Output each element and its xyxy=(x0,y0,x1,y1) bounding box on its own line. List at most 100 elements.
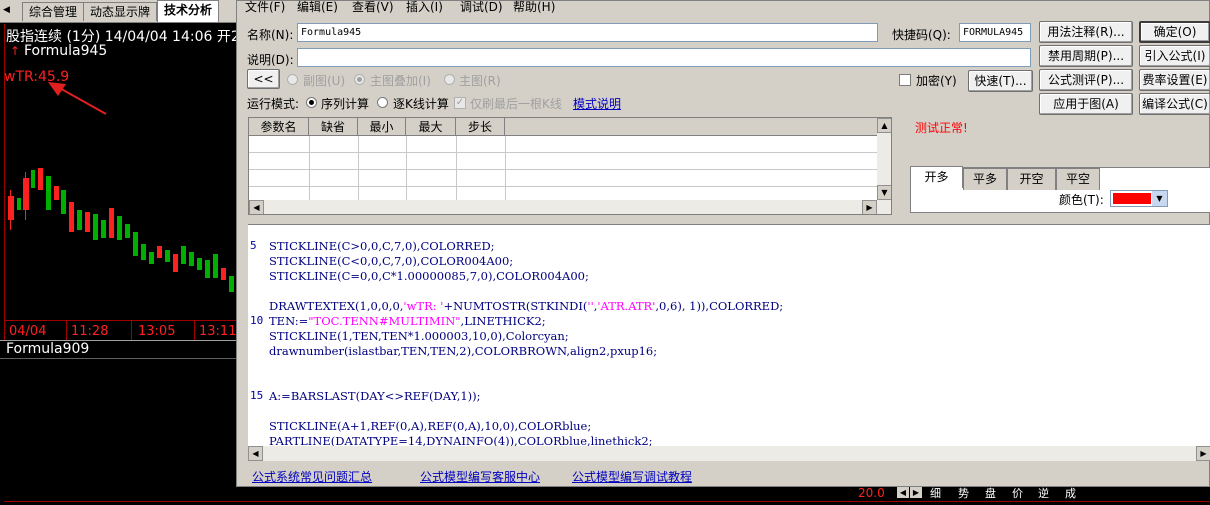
x-tick-1 xyxy=(66,320,67,340)
shortcut-input[interactable]: FORMULA945 xyxy=(959,23,1031,42)
bottom-status-strip: 20.0 ◀ ▶ 细 势 盘 价 逆 成 xyxy=(0,485,1210,505)
radio-run-per-bar-label: 逐K线计算 xyxy=(393,97,449,111)
x-label-1: 04/04 xyxy=(9,324,47,339)
mode-help-link[interactable]: 模式说明 xyxy=(573,95,621,112)
menu-file[interactable]: 文件(F) xyxy=(245,0,285,15)
import-formula-button[interactable]: 引入公式(I) xyxy=(1139,45,1210,67)
code-scroll-right-icon[interactable]: ▶ xyxy=(1196,446,1210,461)
link-faq[interactable]: 公式系统常见问题汇总 xyxy=(252,468,372,485)
formula-bottom-name: Formula909 xyxy=(6,341,90,357)
formula-top-name: Formula945 xyxy=(24,43,108,59)
code-line[interactable]: STICKLINE(C<0,0,C,7,0),COLOR004A00; xyxy=(269,254,513,268)
encrypt-label: 加密(Y) xyxy=(916,74,957,88)
code-line[interactable]: DRAWTEXTEX(1,0,0,0,'wTR: '+NUMTOSTR(STKI… xyxy=(269,299,783,313)
bottom-tab-4[interactable]: 价 xyxy=(1012,485,1023,501)
tab-technical-analysis[interactable]: 技术分析 xyxy=(157,0,220,22)
fee-settings-button[interactable]: 费率设置(E) xyxy=(1139,69,1210,91)
collapse-button[interactable]: << xyxy=(247,69,280,89)
x-label-4: 13:11 xyxy=(199,324,236,339)
params-table[interactable]: 参数名 缺省 最小 最大 步长 ▲ ▼ ◀ ▶ xyxy=(248,117,892,215)
bottom-tab-6[interactable]: 成 xyxy=(1065,485,1076,501)
name-input[interactable]: Formula945 xyxy=(297,23,878,42)
subchart-divider xyxy=(0,358,236,359)
color-select[interactable]: ▼ xyxy=(1110,190,1168,207)
radio-subchart-label: 副图(U) xyxy=(303,74,346,88)
menu-edit[interactable]: 编辑(E) xyxy=(297,0,338,15)
scroll-left-icon[interactable]: ◀ xyxy=(249,200,264,214)
desc-input[interactable] xyxy=(297,48,1031,67)
tab-open-short[interactable]: 开空 xyxy=(1007,168,1056,190)
chart-panel[interactable]: 综合管理 动态显示牌 技术分析 ◀ 股指连续 (1分) 14/04/04 14:… xyxy=(0,0,236,505)
menu-bar: 文件(F) 编辑(E) 查看(V) 插入(I) 调试(D) 帮助(H) xyxy=(237,0,1210,15)
code-line[interactable]: A:=BARSLAST(DAY<>REF(DAY,1)); xyxy=(269,389,481,403)
menu-insert[interactable]: 插入(I) xyxy=(406,0,443,15)
col-param-name[interactable]: 参数名 xyxy=(249,118,309,136)
tab-close-short[interactable]: 平空 xyxy=(1056,168,1100,190)
bottom-tab-5[interactable]: 逆 xyxy=(1038,485,1049,501)
tab-dynamic-board[interactable]: 动态显示牌 xyxy=(83,2,158,21)
code-line[interactable]: STICKLINE(C>0,0,C,7,0),COLORRED; xyxy=(269,239,495,253)
code-hscroll[interactable]: ◀ ▶ xyxy=(248,446,1210,461)
radio-main[interactable] xyxy=(444,74,455,85)
code-line[interactable]: drawnumber(islastbar,TEN,TEN,2),COLORBRO… xyxy=(269,344,657,358)
col-step[interactable]: 步长 xyxy=(456,118,505,136)
code-line[interactable]: STICKLINE(1,TEN,TEN*1.000003,10,0),Color… xyxy=(269,329,569,343)
desc-label: 说明(D): xyxy=(247,53,294,67)
y-axis-line xyxy=(4,24,5,340)
bottom-tab-1[interactable]: 细 xyxy=(930,485,941,501)
radio-run-sequence[interactable] xyxy=(306,97,317,108)
candlestick-area[interactable] xyxy=(0,150,236,320)
chart-tab-bar: 综合管理 动态显示牌 技术分析 ◀ xyxy=(0,0,236,23)
col-min[interactable]: 最小 xyxy=(358,118,406,136)
code-line[interactable]: TEN:="TOC.TENN#MULTIMIN",LINETHICK2; xyxy=(269,314,546,328)
radio-run-sequence-label: 序列计算 xyxy=(321,97,370,111)
scroll-down-icon[interactable]: ▼ xyxy=(877,185,891,200)
code-line[interactable]: STICKLINE(C=0,0,C*1.00000085,7,0),COLOR0… xyxy=(269,269,589,283)
annotation-arrow-icon xyxy=(48,82,107,115)
menu-view[interactable]: 查看(V) xyxy=(352,0,394,15)
bottom-tab-2[interactable]: 势 xyxy=(958,485,969,501)
params-hscroll[interactable] xyxy=(249,200,891,214)
apply-to-chart-button[interactable]: 应用于图(A) xyxy=(1039,93,1133,115)
code-line[interactable]: STICKLINE(A+1,REF(0,A),REF(0,A),10,0),CO… xyxy=(269,419,591,433)
shortcut-label: 快捷码(Q): xyxy=(892,28,951,42)
compile-formula-button[interactable]: 编译公式(C) xyxy=(1139,93,1210,115)
code-line[interactable]: PARTLINE(DATATYPE=14,DYNAINFO(4)),COLORb… xyxy=(269,434,653,446)
up-arrow-icon: ↑ xyxy=(10,44,21,58)
link-support[interactable]: 公式模型编写客服中心 xyxy=(420,468,540,485)
menu-debug[interactable]: 调试(D) xyxy=(460,0,503,15)
col-default[interactable]: 缺省 xyxy=(309,118,358,136)
x-tick-2 xyxy=(131,320,132,340)
formula-eval-button[interactable]: 公式测评(P)... xyxy=(1039,69,1133,91)
x-tick-3 xyxy=(194,320,195,340)
usage-notes-button[interactable]: 用法注释(R)... xyxy=(1039,21,1133,43)
disable-period-button[interactable]: 禁用周期(P)... xyxy=(1039,45,1133,67)
tab-open-long[interactable]: 开多 xyxy=(910,166,963,188)
radio-main-label: 主图(R) xyxy=(459,74,501,88)
color-label: 颜色(T): xyxy=(1059,193,1104,207)
encrypt-checkbox[interactable] xyxy=(899,74,911,86)
radio-subchart[interactable] xyxy=(287,74,298,85)
bottom-next-icon[interactable]: ▶ xyxy=(910,487,922,498)
bottom-value: 20.0 xyxy=(858,486,885,500)
scroll-up-icon[interactable]: ▲ xyxy=(877,118,891,133)
confirm-button[interactable]: 确定(O) xyxy=(1139,21,1210,43)
quick-button[interactable]: 快速(T)... xyxy=(968,70,1033,92)
col-max[interactable]: 最大 xyxy=(406,118,456,136)
link-tutorial[interactable]: 公式模型编写调试教程 xyxy=(572,468,692,485)
col-empty xyxy=(505,118,877,136)
only-last-bar-checkbox[interactable]: ✓ xyxy=(454,97,466,109)
scroll-right-icon[interactable]: ▶ xyxy=(862,200,877,214)
code-scroll-left-icon[interactable]: ◀ xyxy=(248,446,263,461)
tab-close-long[interactable]: 平多 xyxy=(963,168,1007,190)
only-last-bar-label: 仅刷最后一根K线 xyxy=(470,97,562,111)
bottom-prev-icon[interactable]: ◀ xyxy=(897,487,909,498)
code-editor[interactable]: 5 STICKLINE(C>0,0,C,7,0),COLORRED; STICKLI… xyxy=(248,224,1210,446)
radio-main-overlay[interactable] xyxy=(354,74,365,85)
radio-run-per-bar[interactable] xyxy=(377,97,388,108)
bottom-tab-3[interactable]: 盘 xyxy=(985,485,996,501)
tab-scroll-left-icon[interactable]: ◀ xyxy=(3,5,10,15)
chevron-down-icon[interactable]: ▼ xyxy=(1152,191,1167,206)
menu-help[interactable]: 帮助(H) xyxy=(513,0,555,15)
tab-general-management[interactable]: 综合管理 xyxy=(22,2,85,21)
